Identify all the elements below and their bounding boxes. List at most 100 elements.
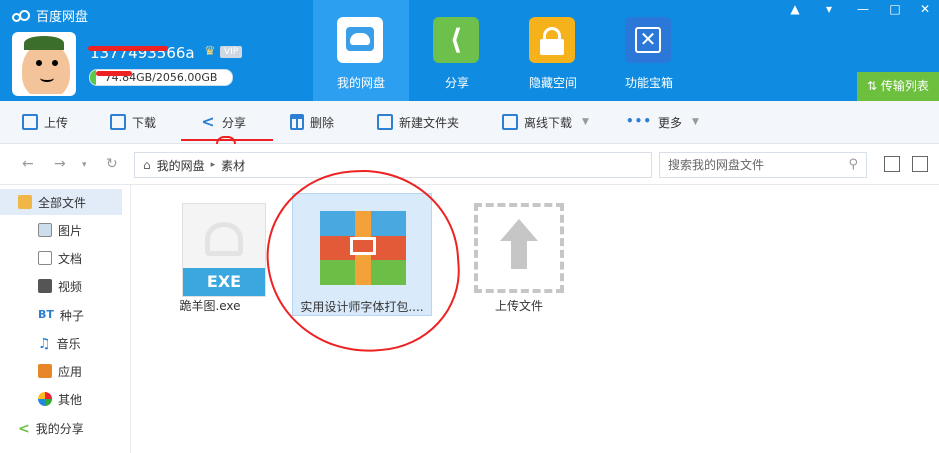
maximize-icon[interactable]: □ [881, 0, 909, 18]
delete-label: 删除 [310, 115, 335, 130]
upload-arrow-icon [500, 219, 538, 275]
header-bar: 百度网盘 1​3774​93566a ♛ VIP 74.​84GB/2056.0… [0, 0, 939, 101]
video-icon [38, 279, 52, 293]
gear-icon [205, 222, 243, 256]
chevron-down-icon: ▼ [692, 117, 699, 127]
file-type-badge: EXE [183, 268, 265, 296]
chevron-down-icon: ▼ [582, 117, 589, 127]
sidebar-item-label: 音乐 [56, 336, 81, 351]
file-item[interactable]: EXE 跪羊图.exe [145, 185, 275, 315]
tab-hidden-space[interactable]: 隐藏空间 [505, 0, 601, 101]
search-placeholder: 搜索我的网盘文件 [668, 158, 765, 172]
avatar[interactable] [14, 34, 74, 94]
address-bar: ← → ▾ ↻ ⌂ 我的网盘 ▸ 素材 搜索我的网盘文件 ⚲ [0, 144, 939, 185]
toolbar: 上传 下载 < 分享 删除 新建文件夹 离线下载 ▼ ••• 更多 ▼ [0, 101, 939, 144]
offline-download-icon [502, 114, 518, 130]
refresh-icon[interactable]: ↻ [106, 156, 118, 172]
sidebar-item-label: 文档 [58, 251, 83, 266]
transfer-list-button[interactable]: ⇅ 传输列表 [857, 72, 939, 101]
sidebar-item-all-files[interactable]: 全部文件 [0, 189, 122, 215]
sidebar-item-label: 全部文件 [38, 195, 87, 210]
sidebar-item-label: 图片 [58, 223, 83, 238]
tab-my-disk[interactable]: 我的网盘 [313, 0, 409, 101]
tab-toolbox[interactable]: 功能宝箱 [601, 0, 697, 101]
annotation-arrow [216, 136, 236, 144]
sidebar-item-my-shares[interactable]: < 我的分享 [0, 415, 148, 441]
other-icon [38, 392, 52, 406]
forward-arrow-icon[interactable]: → [54, 156, 66, 172]
tab-label: 我的网盘 [336, 76, 385, 90]
more-button[interactable]: ••• 更多 ▼ [626, 101, 699, 143]
folder-icon [18, 195, 32, 209]
grid-view-icon[interactable] [912, 156, 928, 172]
new-folder-button[interactable]: 新建文件夹 [377, 101, 459, 143]
lock-icon [529, 17, 575, 63]
close-icon[interactable]: ✕ [911, 0, 939, 18]
tab-label: 分享 [444, 76, 469, 90]
breadcrumb-item[interactable]: 我的网盘 [157, 157, 205, 174]
transfer-label: 传输列表 [880, 79, 929, 93]
upload-label: 上传 [44, 115, 69, 130]
sidebar-item-label: 种子 [59, 308, 84, 323]
upload-icon [22, 114, 38, 130]
download-icon [110, 114, 126, 130]
more-icon: ••• [626, 114, 653, 128]
bell-icon[interactable]: ▲ [781, 0, 809, 18]
transfer-icon: ⇅ [867, 79, 881, 93]
avatar-hair [24, 36, 64, 50]
vip-tag: VIP [220, 46, 243, 58]
history-dropdown-icon[interactable]: ▾ [82, 160, 87, 170]
new-folder-icon [377, 114, 393, 130]
app-icon [38, 364, 52, 378]
offline-download-button[interactable]: 离线下载 ▼ [502, 101, 589, 143]
app-logo: 百度网盘 [12, 6, 88, 25]
crown-icon: ♛ [204, 44, 216, 59]
dropdown-icon[interactable]: ▾ [815, 0, 843, 18]
breadcrumb-item[interactable]: 素材 [221, 157, 245, 174]
file-name: 跪羊图.exe [179, 299, 241, 313]
delete-button[interactable]: 删除 [290, 101, 334, 143]
upload-placeholder [474, 203, 564, 293]
tab-label: 功能宝箱 [624, 76, 673, 90]
file-area: EXE 跪羊图.exe 实用设计师字体打包.... 上传文件 [131, 185, 939, 453]
avatar-eye-left [36, 60, 42, 66]
search-icon[interactable]: ⚲ [848, 153, 858, 177]
upload-label: 上传文件 [494, 299, 543, 313]
share-icon [433, 17, 479, 63]
app-title: 百度网盘 [36, 10, 89, 25]
bt-icon: BT [38, 308, 54, 321]
minimize-icon[interactable]: — [849, 0, 877, 18]
tab-share[interactable]: 分享 [409, 0, 505, 101]
logo-cloud-icon [12, 9, 30, 22]
redaction-mark [88, 46, 168, 51]
back-arrow-icon[interactable]: ← [22, 156, 34, 172]
sidebar-item-label: 其他 [58, 392, 83, 407]
share-label: 分享 [222, 115, 247, 130]
toolbox-icon [625, 17, 671, 63]
offline-download-label: 离线下载 [524, 115, 573, 130]
breadcrumb-separator-icon: ▸ [210, 160, 216, 170]
vip-badge[interactable]: ♛ VIP [204, 44, 244, 60]
avatar-eye-right [52, 60, 58, 66]
sidebar-item-label: 应用 [58, 364, 83, 379]
trash-icon [290, 114, 304, 130]
sidebar-item-label: 我的分享 [35, 421, 84, 436]
music-icon: ♫ [38, 336, 51, 352]
sidebar: 全部文件 图片 文档 视频 BT 种子 ♫ 音乐 应用 其他 < 我的分享 [0, 185, 131, 453]
download-button[interactable]: 下载 [110, 101, 156, 143]
search-input[interactable]: 搜索我的网盘文件 ⚲ [659, 152, 867, 178]
upload-button[interactable]: 上传 [22, 101, 68, 143]
redaction-mark [96, 71, 132, 76]
exe-file-icon: EXE [182, 203, 266, 297]
home-icon[interactable]: ⌂ [143, 158, 151, 172]
more-label: 更多 [658, 115, 683, 130]
download-label: 下载 [132, 115, 157, 130]
share-icon: < [201, 112, 215, 131]
list-view-icon[interactable] [884, 156, 900, 172]
upload-file-tile[interactable]: 上传文件 [454, 185, 584, 315]
tab-label: 隐藏空间 [528, 76, 577, 90]
document-icon [38, 251, 52, 265]
share-icon: < [18, 421, 30, 437]
cloud-icon [337, 17, 383, 63]
sidebar-item-label: 视频 [58, 279, 83, 294]
